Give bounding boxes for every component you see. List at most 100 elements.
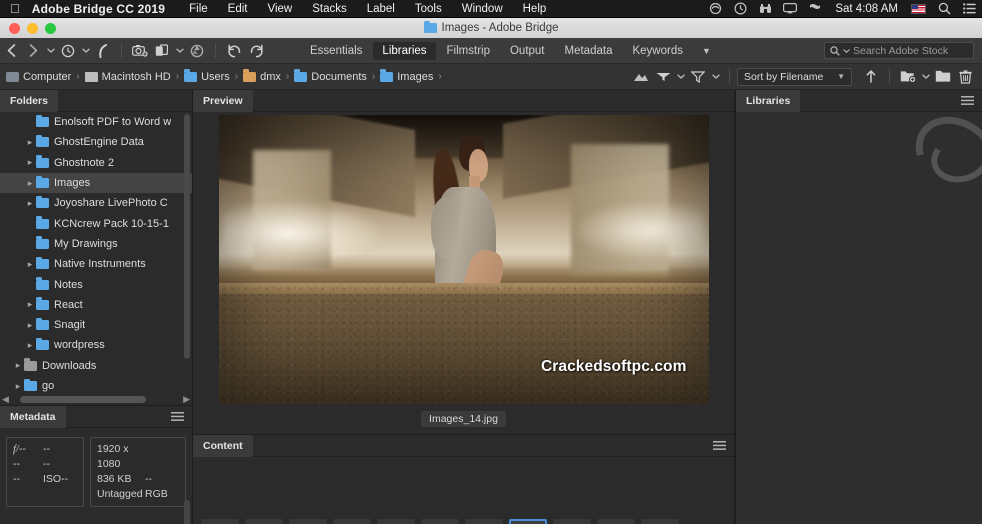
binoculars-icon[interactable] [758,2,772,15]
trash-icon[interactable] [954,66,976,88]
panel-tab-content[interactable]: Content [193,434,253,457]
menu-view[interactable]: View [257,3,302,15]
menu-file[interactable]: File [179,3,218,15]
sort-chevron-down-icon[interactable] [674,66,687,88]
new-folder-icon[interactable] [932,66,954,88]
refine-stack-icon[interactable] [151,40,173,62]
flag-pennant-icon[interactable] [808,2,822,15]
tree-disclosure-triangle-icon[interactable]: ▸ [24,137,36,148]
workspace-tab-libraries[interactable]: Libraries [373,41,436,60]
tree-item-downloads[interactable]: ▸ Downloads [0,356,192,376]
tree-disclosure-triangle-icon[interactable]: ▸ [24,340,36,351]
thumbnail-1[interactable] [201,519,239,524]
thumbnail-2[interactable] [245,519,283,524]
thumbnail-9[interactable] [553,519,591,524]
content-thumbnail-strip[interactable] [193,457,734,524]
rotate-clockwise-icon[interactable] [245,40,267,62]
tree-item-images[interactable]: ▸ Images [0,172,192,194]
recent-folders-chevron-down-icon[interactable] [79,40,92,62]
thumbnail-7[interactable] [465,519,503,524]
workspace-tab-essentials[interactable]: Essentials [301,42,371,60]
workspace-tab-keywords[interactable]: Keywords [623,42,692,60]
menu-window[interactable]: Window [452,3,513,15]
thumbnail-4[interactable] [333,519,371,524]
menu-tools[interactable]: Tools [405,3,452,15]
scrollbar-thumb[interactable] [184,114,190,359]
tree-disclosure-triangle-icon[interactable]: ▸ [24,320,36,331]
menu-label[interactable]: Label [357,3,405,15]
tree-item-ghostnote-2[interactable]: ▸ Ghostnote 2 [0,153,192,173]
thumbnail-8[interactable] [509,519,547,524]
tree-item-native-instruments[interactable]: ▸ Native Instruments [0,254,192,274]
funnel-filter-icon[interactable] [687,66,709,88]
workspace-tab-metadata[interactable]: Metadata [556,42,622,60]
reveal-boomerang-icon[interactable] [92,40,114,62]
tree-disclosure-triangle-icon[interactable]: ▸ [24,299,36,310]
breadcrumb-macintosh-hd[interactable]: Macintosh HD [84,71,171,83]
folder-tree-horizontal-scrollbar[interactable]: ◀ ▶ [0,393,192,405]
tree-disclosure-triangle-icon[interactable]: ▸ [12,360,24,371]
menu-help[interactable]: Help [513,3,557,15]
forward-history-chevron-down-icon[interactable] [44,40,57,62]
breadcrumb-computer[interactable]: Computer [6,71,71,83]
dropbox-icon[interactable] [708,2,722,15]
spotlight-search-icon[interactable] [937,2,951,15]
timemachine-icon[interactable] [733,2,747,15]
forward-arrow-icon[interactable] [22,40,44,62]
back-arrow-icon[interactable] [0,40,22,62]
panel-tab-preview[interactable]: Preview [193,89,253,112]
tree-item-my-drawings[interactable]: My Drawings [0,234,192,254]
metadata-panel-menu-icon[interactable] [171,412,192,421]
sort-ascending-arrow-icon[interactable] [860,66,882,88]
tree-disclosure-triangle-icon[interactable]: ▸ [24,198,36,209]
tree-item-enolsoft-pdf-to-word[interactable]: Enolsoft PDF to Word w [0,112,192,132]
preview-image[interactable]: Crackedsoftpc.com [218,115,709,404]
airplay-icon[interactable] [783,2,798,15]
libraries-panel-menu-icon[interactable] [961,96,982,105]
tree-disclosure-triangle-icon[interactable]: ▸ [24,178,36,189]
tree-item-snagit[interactable]: ▸ Snagit [0,315,192,335]
tree-item-go[interactable]: ▸ go [0,376,192,393]
thumbnail-11[interactable] [641,519,679,524]
sort-by-select[interactable]: Sort by Filename ▼ [737,67,852,86]
workspace-tab-output[interactable]: Output [501,42,554,60]
new-subfolder-chevron-down-icon[interactable] [919,66,932,88]
thumbnail-10[interactable] [597,519,635,524]
filter-rating-icon[interactable] [630,66,652,88]
recent-folders-icon[interactable] [57,40,79,62]
tree-disclosure-triangle-icon[interactable]: ▸ [12,381,24,392]
thumbnail-3[interactable] [289,519,327,524]
panel-tab-folders[interactable]: Folders [0,89,58,112]
funnel-chevron-down-icon[interactable] [709,66,722,88]
tree-disclosure-triangle-icon[interactable]: ▸ [24,157,36,168]
breadcrumb-documents[interactable]: Documents [294,69,367,83]
folder-tree[interactable]: Enolsoft PDF to Word w ▸ GhostEngine Dat… [0,112,192,393]
open-in-camera-raw-icon[interactable] [186,40,208,62]
panel-tab-metadata[interactable]: Metadata [0,405,66,428]
apple-logo-icon[interactable]:  [0,2,32,15]
menubar-clock[interactable]: Sat 4:08 AM [833,3,900,15]
active-app-name[interactable]: Adobe Bridge CC 2019 [32,2,179,16]
menu-edit[interactable]: Edit [218,3,258,15]
menu-stacks[interactable]: Stacks [302,3,357,15]
content-panel-menu-icon[interactable] [713,441,734,450]
sort-icon[interactable] [652,66,674,88]
scrollbar-track[interactable] [19,395,172,403]
control-center-list-icon[interactable] [962,2,976,15]
breadcrumb-images[interactable]: Images [380,69,433,83]
workspace-tab-filmstrip[interactable]: Filmstrip [438,42,499,60]
tree-item-joyoshare-livephoto[interactable]: ▸ Joyoshare LivePhoto C [0,193,192,213]
tree-disclosure-triangle-icon[interactable]: ▸ [24,259,36,270]
breadcrumb-users[interactable]: Users [184,69,230,83]
tree-item-kcncrew-pack[interactable]: KCNcrew Pack 10-15-1 [0,213,192,233]
scroll-right-arrow-icon[interactable]: ▶ [181,394,192,405]
tree-item-wordpress[interactable]: ▸ wordpress [0,335,192,355]
scrollbar-thumb[interactable] [184,500,190,524]
libraries-panel-body[interactable] [736,112,982,524]
tree-item-ghostengine-data[interactable]: ▸ GhostEngine Data [0,132,192,152]
scroll-left-arrow-icon[interactable]: ◀ [0,394,11,405]
adobe-stock-search-input[interactable]: Search Adobe Stock [824,42,974,59]
metadata-vertical-scrollbar[interactable] [184,500,191,524]
new-subfolder-icon[interactable] [897,66,919,88]
breadcrumb-dmx[interactable]: dmx [243,69,281,83]
